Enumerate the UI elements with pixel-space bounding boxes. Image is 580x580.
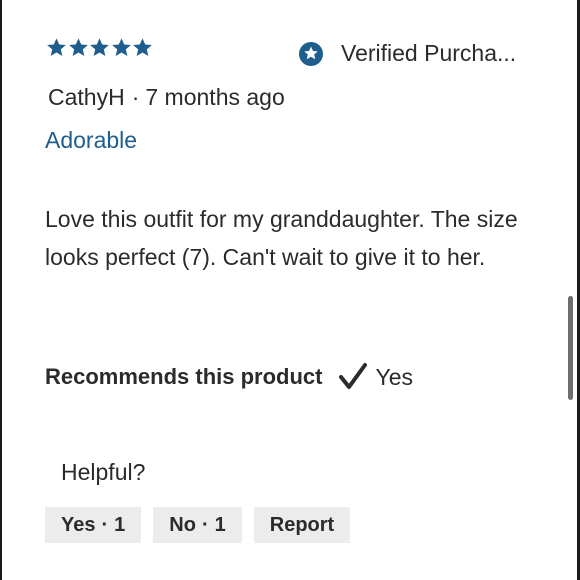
scrollbar-thumb[interactable]: [568, 296, 573, 400]
star-icon: [89, 37, 110, 58]
no-count: 1: [214, 513, 226, 536]
helpful-label: Helpful?: [61, 459, 146, 485]
star-icon: [46, 37, 67, 58]
no-separator: ·: [201, 513, 209, 536]
recommends-value: Yes: [375, 363, 414, 390]
recommends-label: Recommends this product: [45, 364, 323, 389]
star-icon: [68, 37, 89, 58]
review-title: Adorable: [45, 127, 138, 153]
helpful-no-button[interactable]: No · 1: [153, 507, 242, 543]
yes-separator: ·: [101, 513, 109, 536]
frame-left-border: [0, 0, 2, 580]
feedback-buttons: Yes · 1 No · 1 Report: [45, 507, 362, 543]
star-icon: [132, 37, 153, 58]
helpful-yes-button[interactable]: Yes · 1: [45, 507, 142, 543]
review-author: CathyH: [48, 84, 125, 110]
yes-label: Yes: [61, 513, 96, 536]
review-date: 7 months ago: [145, 84, 285, 110]
report-button[interactable]: Report: [253, 507, 351, 543]
star-rating: [46, 37, 154, 63]
verified-purchase-badge: Verified Purcha...: [298, 40, 516, 67]
review-body: Love this outfit for my granddaughter. T…: [45, 206, 518, 270]
review-meta: CathyH · 7 months ago: [48, 84, 285, 111]
checkmark-icon: [338, 362, 368, 392]
meta-separator: ·: [131, 84, 140, 110]
no-label: No: [169, 513, 196, 536]
star-icon: [111, 37, 132, 58]
recommends-row: Recommends this product Yes: [45, 362, 413, 392]
verified-purchase-label: Verified Purcha...: [341, 40, 517, 66]
verified-star-badge-icon: [298, 41, 324, 67]
yes-count: 1: [114, 513, 126, 536]
